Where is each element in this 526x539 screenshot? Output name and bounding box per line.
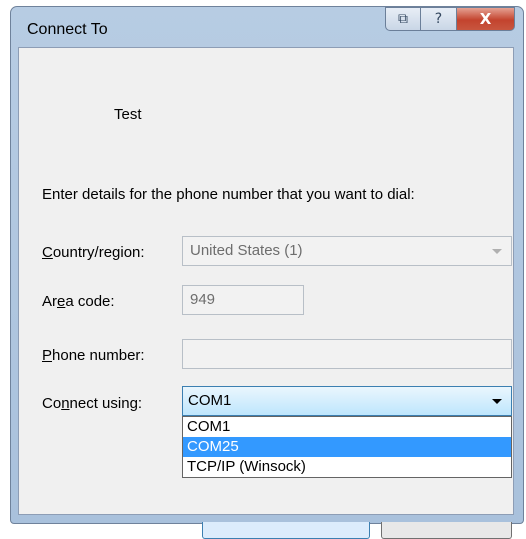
close-icon[interactable]: X — [457, 7, 515, 31]
instructions-text: Enter details for the phone number that … — [42, 186, 415, 203]
help-icon[interactable]: ? — [421, 7, 457, 31]
chevron-down-icon — [492, 399, 502, 404]
phone-number-field[interactable] — [182, 339, 512, 369]
connect-using-label: Connect using: — [42, 395, 143, 412]
connect-using-dropdown: COM1 COM25 TCP/IP (Winsock) — [182, 416, 512, 478]
connect-to-window: Connect To ⧉ ? X Test Enter details for … — [10, 6, 524, 539]
country-select[interactable]: United States (1) — [182, 236, 512, 266]
dialog-body: Test Enter details for the phone number … — [18, 47, 514, 539]
ok-button[interactable] — [202, 522, 370, 539]
area-code-value: 949 — [190, 291, 216, 308]
chevron-down-icon — [492, 249, 502, 254]
restore-icon[interactable]: ⧉ — [385, 7, 421, 31]
caption-buttons: ⧉ ? X — [385, 7, 515, 35]
connection-name: Test — [114, 106, 142, 123]
country-label: Country/region: — [42, 244, 145, 261]
connect-using-value: COM1 — [188, 392, 232, 409]
dropdown-option-com1[interactable]: COM1 — [183, 417, 511, 437]
dropdown-option-tcpip[interactable]: TCP/IP (Winsock) — [183, 457, 511, 477]
country-value: United States (1) — [190, 242, 303, 259]
window-title: Connect To — [27, 21, 108, 38]
area-code-field[interactable]: 949 — [182, 285, 304, 315]
area-code-label: Area code: — [42, 293, 115, 310]
cancel-button[interactable] — [381, 522, 512, 539]
dropdown-option-com25[interactable]: COM25 — [183, 437, 511, 457]
phone-number-label: Phone number: — [42, 347, 145, 364]
connect-using-select[interactable]: COM1 — [182, 386, 512, 416]
